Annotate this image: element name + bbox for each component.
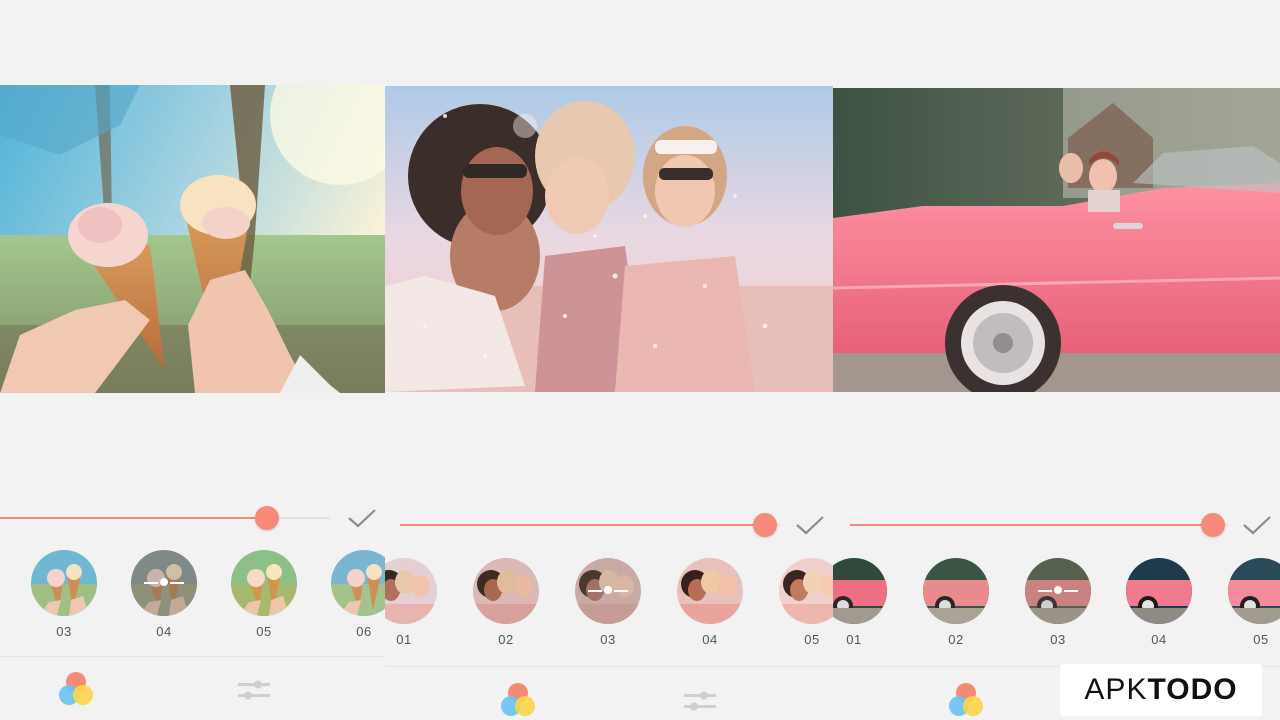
check-icon[interactable] <box>1242 514 1272 536</box>
filter-item[interactable]: 02 <box>923 558 989 647</box>
filter-thumbnail[interactable] <box>779 558 833 624</box>
intensity-slider[interactable] <box>0 506 330 530</box>
filter-thumbnail[interactable] <box>131 550 197 616</box>
watermark-prefix: APK <box>1084 673 1148 706</box>
watermark-logo: APK TODO <box>1060 664 1262 716</box>
filter-label: 05 <box>804 632 820 647</box>
photo-friends-glitter <box>385 86 833 392</box>
filter-thumbnail[interactable] <box>575 558 641 624</box>
intensity-slider[interactable] <box>850 513 1228 537</box>
filter-label: 03 <box>600 632 616 647</box>
slider-thumb[interactable] <box>255 506 280 530</box>
filter-label: 02 <box>948 632 964 647</box>
filter-item[interactable]: 05 <box>779 558 833 647</box>
toolbar-divider <box>0 656 385 657</box>
slider-thumb[interactable] <box>752 513 777 537</box>
slider-fill <box>850 524 1213 526</box>
slider-fill <box>400 524 765 526</box>
filter-label: 04 <box>1151 632 1167 647</box>
filter-thumbnail[interactable] <box>385 558 437 624</box>
intensity-slider[interactable] <box>400 513 780 537</box>
adjust-indicator-icon <box>1038 586 1078 594</box>
editor-panel-1: 03 04 05 06 <box>0 0 385 720</box>
filter-label: 06 <box>356 624 372 639</box>
filter-thumbnail[interactable] <box>923 558 989 624</box>
adjust-indicator-icon <box>588 586 628 594</box>
editor-panel-2: 01 02 03 04 05 <box>385 0 833 720</box>
filter-thumbnail[interactable] <box>677 558 743 624</box>
filter-label: 04 <box>702 632 718 647</box>
filter-item[interactable]: 02 <box>473 558 539 647</box>
filter-thumbnail[interactable] <box>31 550 97 616</box>
filter-item[interactable]: 05 <box>231 550 297 639</box>
filter-item[interactable]: 01 <box>385 558 437 647</box>
filter-label: 02 <box>498 632 514 647</box>
slider-fill <box>0 517 268 519</box>
slider-thumb[interactable] <box>1200 513 1225 537</box>
filter-item[interactable]: 01 <box>833 558 887 647</box>
filter-item[interactable]: 05 <box>1228 558 1280 647</box>
filter-thumbnail[interactable] <box>231 550 297 616</box>
photo-pink-convertible <box>833 88 1280 392</box>
filter-label: 05 <box>256 624 272 639</box>
filter-strip: 01 02 03 04 05 <box>385 558 833 658</box>
filter-thumbnail[interactable] <box>833 558 887 624</box>
filter-thumbnail[interactable] <box>473 558 539 624</box>
filter-item[interactable]: 04 <box>677 558 743 647</box>
filter-strip: 01 02 03 04 05 <box>833 558 1280 658</box>
watermark-suffix: TODO <box>1147 673 1238 706</box>
filter-item-selected[interactable]: 03 <box>1025 558 1091 647</box>
filter-item[interactable]: 04 <box>1126 558 1192 647</box>
filter-item[interactable]: 06 <box>331 550 385 639</box>
filter-thumbnail[interactable] <box>331 550 385 616</box>
filter-label: 03 <box>1050 632 1066 647</box>
check-icon[interactable] <box>347 507 377 529</box>
filter-item-selected[interactable]: 04 <box>131 550 197 639</box>
filter-label: 01 <box>396 632 412 647</box>
filter-thumbnail[interactable] <box>1228 558 1280 624</box>
sliders-icon[interactable] <box>682 686 718 716</box>
sliders-icon[interactable] <box>236 675 272 705</box>
filter-thumbnail[interactable] <box>1126 558 1192 624</box>
filter-label: 04 <box>156 624 172 639</box>
filter-label: 01 <box>846 632 862 647</box>
filter-item[interactable]: 03 <box>31 550 97 639</box>
photo-ice-cream <box>0 85 385 393</box>
filter-label: 05 <box>1253 632 1269 647</box>
three-circles-icon[interactable] <box>946 681 986 720</box>
filter-thumbnail[interactable] <box>1025 558 1091 624</box>
filter-item-selected[interactable]: 03 <box>575 558 641 647</box>
filter-strip: 03 04 05 06 <box>0 550 385 650</box>
three-circles-icon[interactable] <box>498 681 538 720</box>
toolbar-divider <box>385 666 833 667</box>
check-icon[interactable] <box>795 514 825 536</box>
editor-panel-3: 01 02 03 04 05 <box>833 0 1280 720</box>
three-circles-icon[interactable] <box>56 670 96 710</box>
filter-label: 03 <box>56 624 72 639</box>
adjust-indicator-icon <box>144 578 184 586</box>
